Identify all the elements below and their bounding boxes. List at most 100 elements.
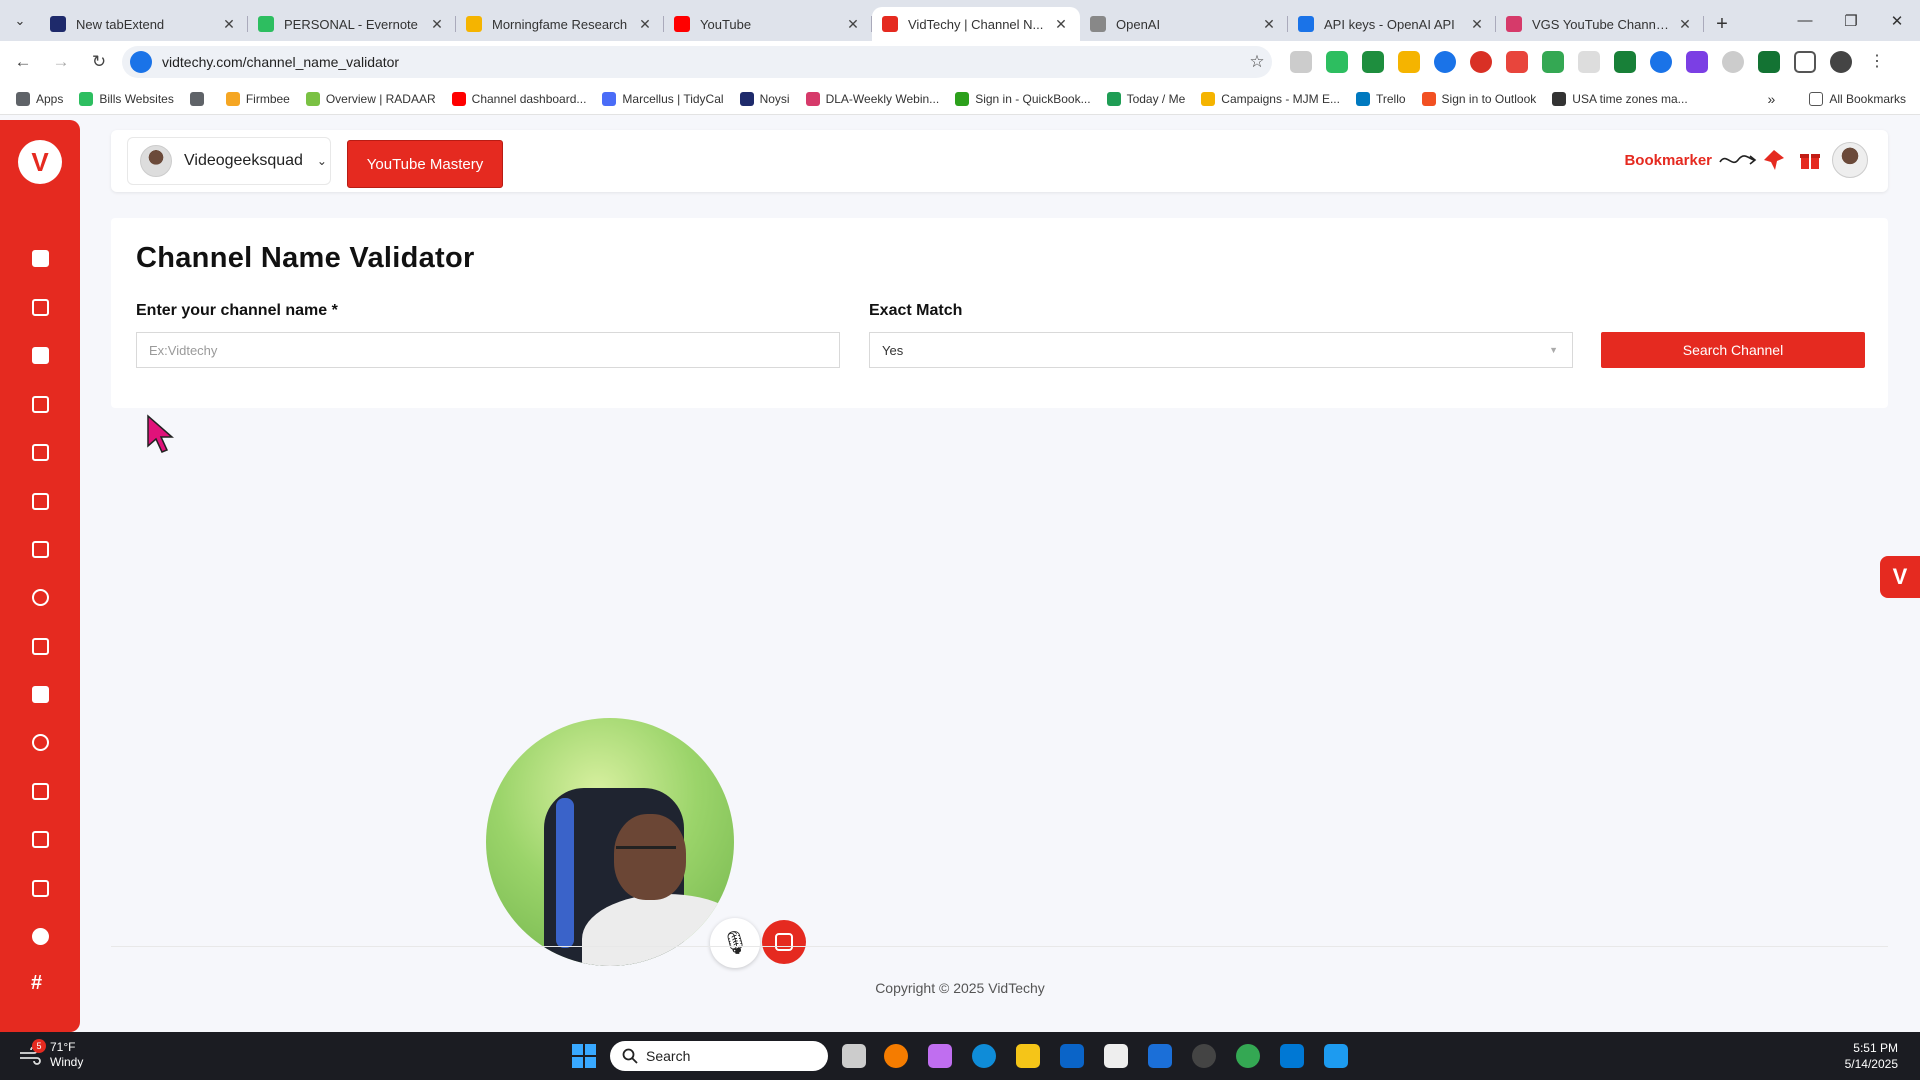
- vidtechy-extension-fab[interactable]: V: [1880, 556, 1920, 598]
- bookmark-item[interactable]: Firmbee: [225, 91, 290, 106]
- tab-search-icon[interactable]: ⌄: [0, 0, 40, 41]
- close-window-icon[interactable]: ✕: [1874, 12, 1920, 30]
- close-tab-icon[interactable]: ✕: [636, 16, 654, 33]
- extension-icon[interactable]: [1290, 51, 1312, 73]
- extension-icon[interactable]: [1650, 51, 1672, 73]
- extension-icon[interactable]: [1542, 51, 1564, 73]
- edit-icon[interactable]: [32, 493, 49, 510]
- edge-icon[interactable]: [972, 1044, 996, 1068]
- all-bookmarks-folder[interactable]: All Bookmarks: [1809, 92, 1906, 106]
- dell-icon[interactable]: [1192, 1044, 1216, 1068]
- weather-widget[interactable]: 5 71°F Windy: [18, 1039, 83, 1070]
- address-bar[interactable]: vidtechy.com/channel_name_validator ☆: [122, 46, 1272, 78]
- bookmark-item[interactable]: Marcellus | TidyCal: [602, 91, 724, 106]
- new-tab-button[interactable]: +: [1704, 7, 1740, 41]
- bookmark-item[interactable]: Today / Me: [1106, 91, 1185, 106]
- dashboard-icon[interactable]: [32, 250, 49, 267]
- system-clock[interactable]: 5:51 PM 5/14/2025: [1845, 1040, 1898, 1072]
- vidtechy-logo-icon[interactable]: V: [18, 140, 62, 184]
- close-tab-icon[interactable]: ✕: [844, 16, 862, 33]
- bookmark-item[interactable]: Noysi: [739, 91, 790, 106]
- bookmark-star-icon[interactable]: ☆: [1242, 52, 1272, 72]
- bookmark-item[interactable]: Overview | RADAAR: [305, 91, 436, 106]
- bookmark-item[interactable]: Sign in to Outlook: [1421, 91, 1536, 106]
- schedule-icon[interactable]: [32, 831, 49, 848]
- close-tab-icon[interactable]: ✕: [220, 16, 238, 33]
- search-analytics-icon[interactable]: [32, 589, 49, 606]
- extension-icon[interactable]: [1326, 51, 1348, 73]
- channel-name-input[interactable]: [136, 332, 840, 368]
- close-tab-icon[interactable]: ✕: [428, 16, 446, 33]
- bookmark-item[interactable]: USA time zones ma...: [1552, 91, 1688, 106]
- site-info-icon[interactable]: [130, 51, 152, 73]
- analytics-icon[interactable]: [32, 541, 49, 558]
- extension-icon[interactable]: [1434, 51, 1456, 73]
- mail-icon[interactable]: [1148, 1044, 1172, 1068]
- gift-icon[interactable]: [1798, 148, 1822, 172]
- copilot-icon[interactable]: [928, 1044, 952, 1068]
- restore-icon[interactable]: ❐: [1828, 12, 1874, 30]
- url-text[interactable]: vidtechy.com/channel_name_validator: [162, 54, 1242, 70]
- profile-avatar-icon[interactable]: [1830, 51, 1852, 73]
- extension-icon[interactable]: [1722, 51, 1744, 73]
- close-tab-icon[interactable]: ✕: [1676, 16, 1694, 33]
- store-icon[interactable]: [1104, 1044, 1128, 1068]
- bookmark-item[interactable]: Sign in - QuickBook...: [955, 91, 1091, 106]
- bookmark-item[interactable]: Bills Websites: [79, 91, 174, 106]
- browser-tab[interactable]: Morningfame Research ✕: [456, 7, 664, 41]
- extension-icon[interactable]: [1362, 51, 1384, 73]
- forward-arrow-icon[interactable]: →: [46, 52, 76, 72]
- bookmark-item[interactable]: Campaigns - MJM E...: [1201, 91, 1340, 106]
- back-arrow-icon[interactable]: ←: [8, 52, 38, 72]
- exact-match-select[interactable]: Yes ▼: [869, 332, 1573, 368]
- playlist-icon[interactable]: [32, 347, 49, 364]
- channel-selector[interactable]: Videogeeksquad ⌄: [127, 137, 331, 185]
- app-icon[interactable]: [884, 1044, 908, 1068]
- messenger-icon[interactable]: [1280, 1044, 1304, 1068]
- notes-icon[interactable]: [32, 686, 49, 703]
- browser-tab[interactable]: VGS YouTube Channel - ... ✕: [1496, 7, 1704, 41]
- bookmark-item[interactable]: Trello: [1355, 91, 1406, 106]
- app-icon[interactable]: [1324, 1044, 1348, 1068]
- extension-icon[interactable]: [1686, 51, 1708, 73]
- close-tab-icon[interactable]: ✕: [1468, 16, 1486, 33]
- user-avatar[interactable]: [1832, 142, 1868, 178]
- bookmark-item[interactable]: Apps: [16, 91, 63, 106]
- chrome-icon[interactable]: [1236, 1044, 1260, 1068]
- browser-tab[interactable]: New tabExtend ✕: [40, 7, 248, 41]
- chart-icon[interactable]: [32, 783, 49, 800]
- pin-icon[interactable]: [1762, 148, 1786, 172]
- video-icon[interactable]: [32, 299, 49, 316]
- close-tab-icon[interactable]: ✕: [1260, 16, 1278, 33]
- browser-tab[interactable]: OpenAI ✕: [1080, 7, 1288, 41]
- bookmark-item[interactable]: Channel dashboard...: [451, 91, 586, 106]
- stop-recording-button[interactable]: [762, 920, 806, 964]
- outlook-icon[interactable]: [1060, 1044, 1084, 1068]
- bookmark-item[interactable]: [189, 91, 210, 106]
- microphone-icon[interactable]: 🎙: [710, 918, 760, 968]
- bookmark-item[interactable]: DLA-Weekly Webin...: [805, 91, 939, 106]
- minimize-icon[interactable]: —: [1782, 12, 1828, 29]
- extensions-puzzle-icon[interactable]: [1794, 51, 1816, 73]
- file-explorer-icon[interactable]: [1016, 1044, 1040, 1068]
- browser-tab[interactable]: VidTechy | Channel N... ✕: [872, 7, 1080, 41]
- extension-icon[interactable]: [1614, 51, 1636, 73]
- reload-icon[interactable]: ↻: [84, 52, 114, 72]
- windows-start-icon[interactable]: [572, 1044, 596, 1068]
- extension-icon[interactable]: [1578, 51, 1600, 73]
- extension-icon[interactable]: [1758, 51, 1780, 73]
- menu-dots-icon[interactable]: ⋮: [1866, 51, 1888, 73]
- youtube-mastery-button[interactable]: YouTube Mastery: [347, 140, 503, 188]
- extension-icon[interactable]: [1506, 51, 1528, 73]
- browser-tab[interactable]: PERSONAL - Evernote ✕: [248, 7, 456, 41]
- seo-icon[interactable]: [32, 638, 49, 655]
- task-view-icon[interactable]: [842, 1044, 866, 1068]
- extension-icon[interactable]: [1398, 51, 1420, 73]
- browser-tab[interactable]: API keys - OpenAI API ✕: [1288, 7, 1496, 41]
- calendar-icon[interactable]: [32, 444, 49, 461]
- bookmarker-label[interactable]: Bookmarker: [1624, 152, 1712, 169]
- close-tab-icon[interactable]: ✕: [1052, 16, 1070, 33]
- taskbar-search[interactable]: Search: [610, 1041, 828, 1071]
- key-icon[interactable]: [32, 734, 49, 751]
- search-channel-button[interactable]: Search Channel: [1601, 332, 1865, 368]
